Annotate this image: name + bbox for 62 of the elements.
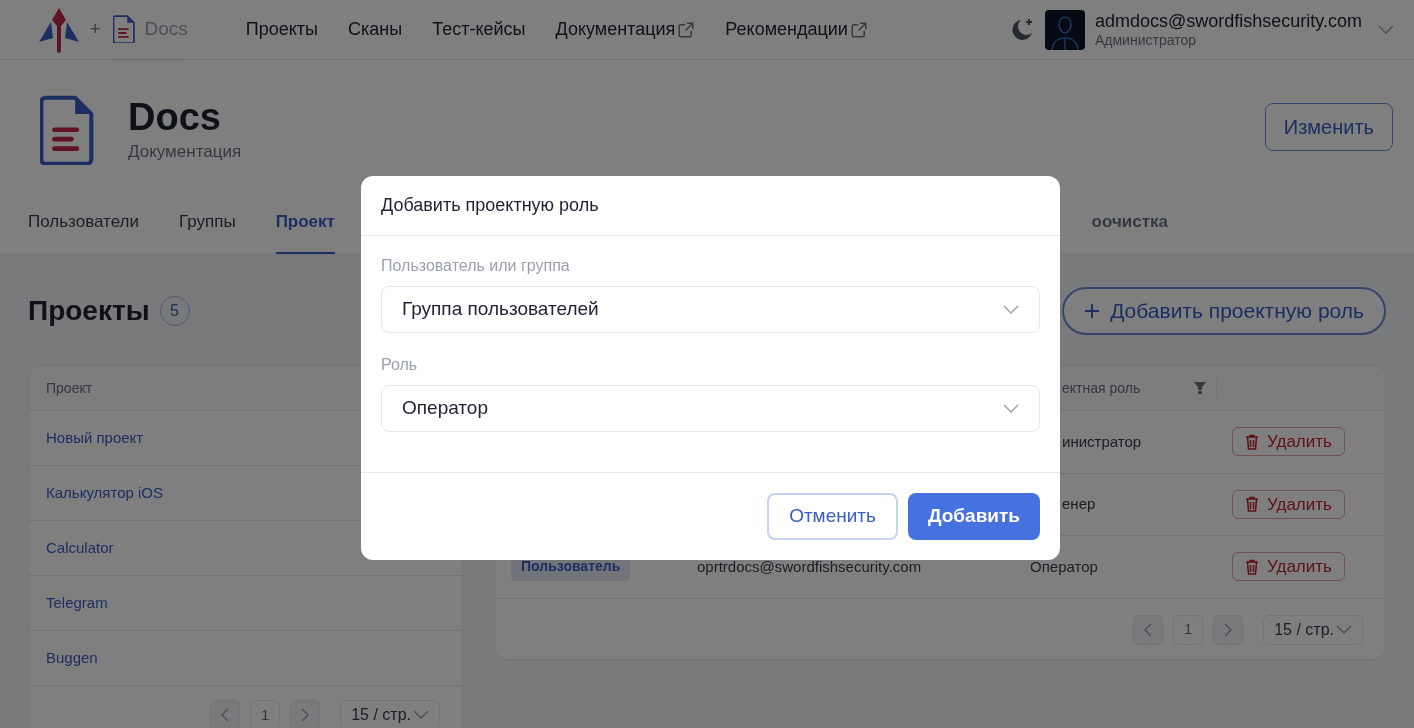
nav-link[interactable]: Проекты	[245, 16, 319, 43]
tab[interactable]: Проект	[275, 205, 335, 255]
field-label: Пользователь или группа	[381, 256, 571, 276]
user-role: Администратор	[1094, 32, 1197, 50]
project-link[interactable]: Калькулятор iOS	[46, 481, 163, 505]
delete-button[interactable]: Удалить	[1232, 427, 1345, 457]
select-field[interactable]: Оператор	[381, 385, 1040, 432]
select-field[interactable]: Группа пользователей	[381, 286, 1040, 333]
tab[interactable]: Пользователи	[28, 205, 139, 255]
add-button[interactable]: Добавить	[907, 493, 1040, 540]
document-icon	[40, 95, 94, 166]
user-email: admdocs@swordfishsecurity.com	[1094, 9, 1362, 32]
column-header: Проект	[46, 378, 93, 398]
dialog-title: Добавить проектную роль	[381, 194, 599, 217]
chevron-left-icon	[221, 708, 230, 723]
next-page-button[interactable]	[1213, 614, 1244, 645]
delete-button[interactable]: Удалить	[1232, 489, 1345, 519]
next-page-button[interactable]	[290, 700, 321, 728]
chevron-down-icon	[1003, 304, 1019, 315]
delete-button[interactable]: Удалить	[1232, 552, 1345, 582]
plus-separator: +	[90, 18, 101, 41]
role-cell: енер	[1062, 495, 1096, 513]
previous-page-button[interactable]	[1133, 614, 1164, 645]
filter-icon[interactable]	[1194, 382, 1206, 395]
project-link[interactable]: Telegram	[46, 591, 108, 615]
email-cell: oprtrdocs@swordfishsecurity.com	[697, 557, 922, 575]
role-cell: инистратор	[1062, 432, 1142, 450]
section-title: Проекты	[28, 294, 150, 329]
page-button[interactable]: 1	[1173, 614, 1204, 645]
nav-link[interactable]: Тест-кейсы	[432, 16, 526, 43]
project-link[interactable]: Buggen	[46, 646, 98, 670]
nav-link[interactable]: Рекомендации	[725, 16, 868, 43]
project-title: Docs	[128, 95, 222, 139]
role-cell: Оператор	[1030, 557, 1098, 575]
previous-page-button[interactable]	[210, 700, 241, 728]
avatar[interactable]	[1044, 9, 1085, 50]
page-button[interactable]: 1	[250, 700, 281, 728]
trash-icon	[1245, 496, 1259, 513]
trash-icon	[1245, 433, 1259, 450]
chevron-down-icon	[1336, 624, 1352, 635]
nav-link[interactable]: Сканы	[348, 16, 403, 43]
column-header: ектная роль	[1062, 378, 1141, 398]
nav-link[interactable]: Документация	[555, 16, 696, 43]
trash-icon	[1245, 558, 1259, 575]
chevron-down-icon	[1003, 403, 1019, 414]
page-size-select[interactable]: 15 / стр.	[340, 700, 440, 728]
field-label: Роль	[381, 355, 419, 375]
plus-icon	[1084, 303, 1101, 320]
project-subtitle: Документация	[128, 141, 242, 163]
project-link[interactable]: Calculator	[46, 536, 114, 560]
tab[interactable]: Группы	[178, 205, 236, 255]
cancel-button[interactable]: Отменить	[767, 493, 898, 540]
edit-button[interactable]: Изменить	[1264, 103, 1393, 151]
chevron-right-icon	[1224, 622, 1233, 637]
chevron-down-icon	[1378, 24, 1394, 35]
add-role-button[interactable]: Добавить проектную роль	[1062, 287, 1386, 336]
project-link[interactable]: Новый проект	[46, 426, 144, 450]
chevron-left-icon	[1144, 622, 1153, 637]
page-size-select[interactable]: 15 / стр.	[1263, 614, 1363, 645]
document-icon	[112, 14, 135, 44]
chevron-down-icon	[413, 710, 429, 721]
chevron-right-icon	[301, 708, 310, 723]
